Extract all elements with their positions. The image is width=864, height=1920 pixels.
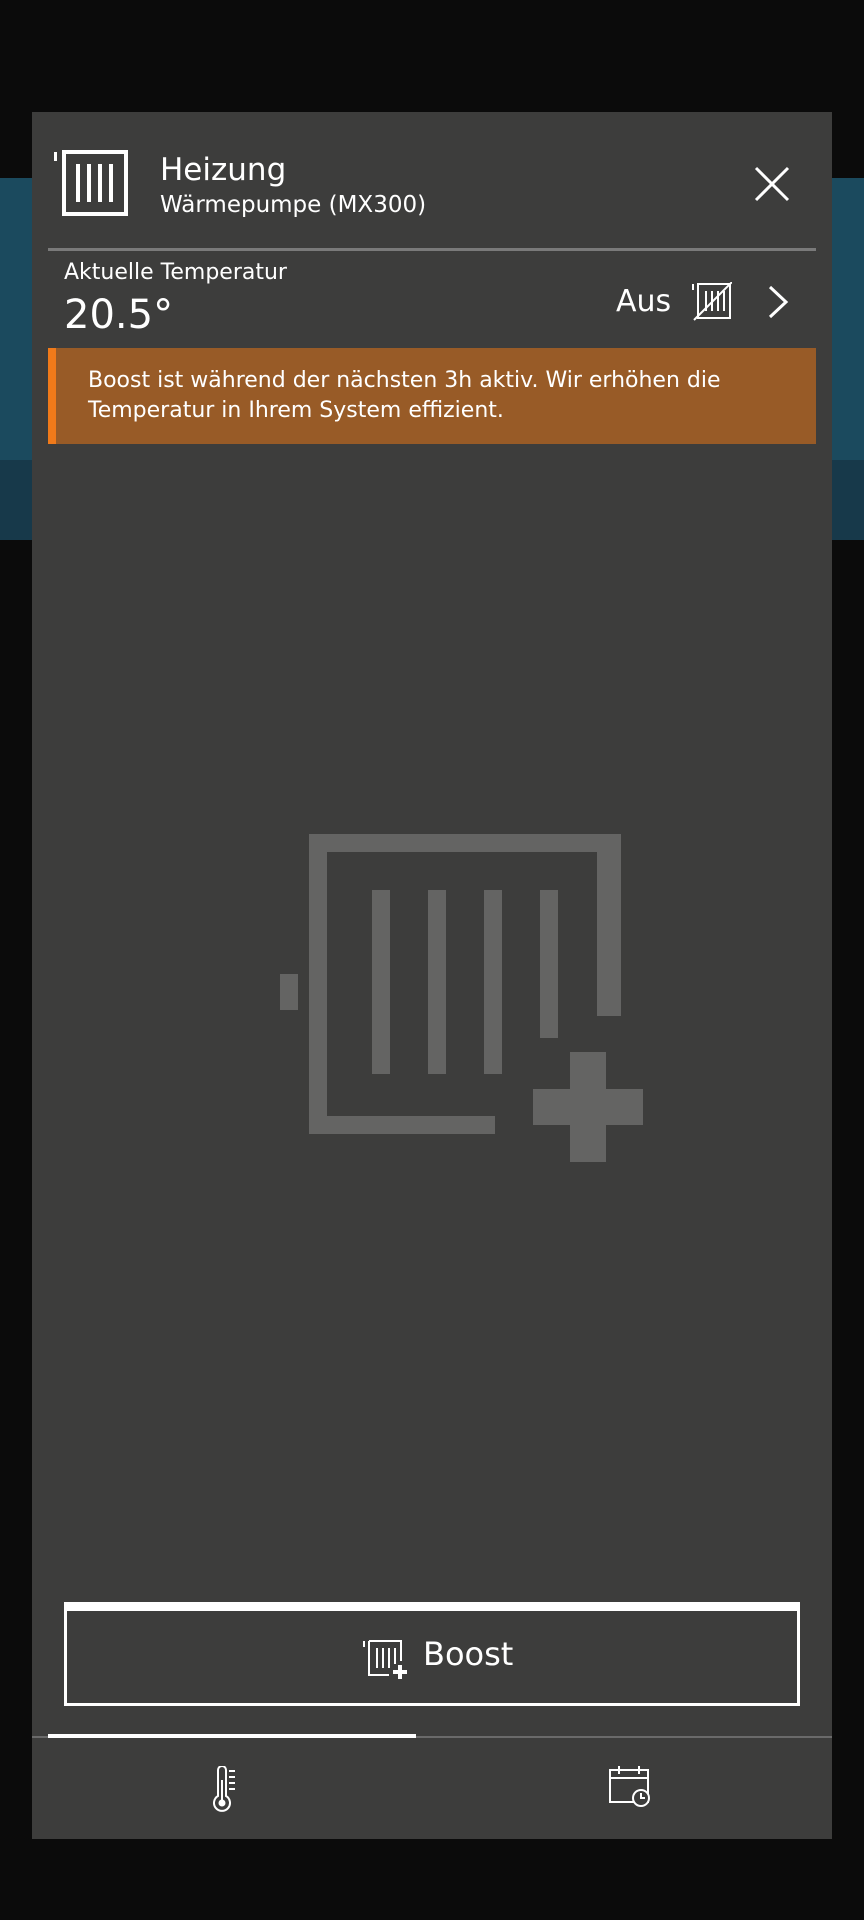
boost-info-banner: Boost ist während der nächsten 3h aktiv.… bbox=[48, 348, 816, 444]
device-subtitle: Wärmepumpe (MX300) bbox=[160, 192, 427, 218]
boost-info-text: Boost ist während der nächsten 3h aktiv.… bbox=[88, 368, 721, 423]
heating-modal: Heizung Wärmepumpe (MX300) Aktuelle Temp… bbox=[32, 112, 832, 1839]
page-title: Heizung bbox=[160, 152, 287, 188]
boost-button[interactable]: Boost bbox=[64, 1602, 800, 1706]
heating-off-icon bbox=[692, 282, 732, 321]
current-temperature-value: 20.5° bbox=[64, 292, 174, 338]
radiator-boost-icon bbox=[363, 1640, 407, 1679]
heating-mode-label: Aus bbox=[616, 284, 672, 319]
close-icon[interactable] bbox=[752, 164, 792, 204]
radiator-icon bbox=[54, 150, 128, 216]
bottom-tab-bar bbox=[32, 1734, 832, 1839]
heating-mode-selector[interactable]: Aus bbox=[616, 278, 816, 328]
thermometer-icon bbox=[213, 1766, 235, 1812]
calendar-clock-icon bbox=[609, 1766, 650, 1807]
radiator-add-icon bbox=[280, 834, 643, 1162]
active-tab-indicator bbox=[48, 1734, 416, 1738]
modal-header: Heizung Wärmepumpe (MX300) bbox=[32, 112, 832, 250]
tab-temperature[interactable] bbox=[32, 1740, 432, 1839]
current-temperature-label: Aktuelle Temperatur bbox=[64, 260, 287, 285]
tab-schedule[interactable] bbox=[432, 1740, 832, 1839]
chevron-right-icon bbox=[768, 285, 789, 319]
boost-button-label: Boost bbox=[423, 1635, 514, 1673]
header-divider bbox=[48, 248, 816, 251]
